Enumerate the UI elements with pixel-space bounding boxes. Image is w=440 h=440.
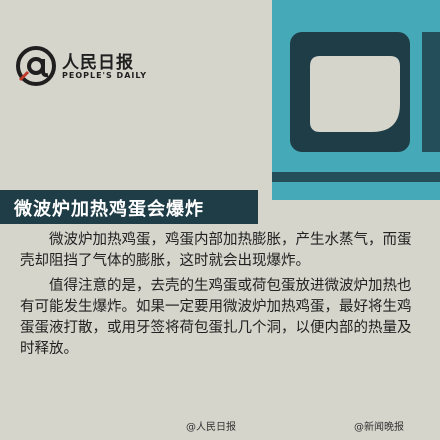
brand-logo: 人民日报 PEOPLE'S DAILY bbox=[14, 44, 204, 94]
brand-name-en: PEOPLE'S DAILY bbox=[62, 71, 148, 80]
headline-banner: 微波炉加热鸡蛋会爆炸 bbox=[0, 190, 258, 224]
brand-name: 人民日报 bbox=[62, 53, 134, 73]
paragraph: 微波炉加热鸡蛋，鸡蛋内部加热膨胀，产生水蒸气，而蛋壳却阻挡了气体的膨胀，这时就会… bbox=[20, 232, 412, 269]
microwave-icon bbox=[272, 0, 440, 200]
paragraph: 值得注意的是，去壳的生鸡蛋或荷包蛋放进微波炉加热也有可能发生爆炸。如果一定要用微… bbox=[20, 278, 412, 357]
source-credit: @人民日报 bbox=[186, 422, 236, 433]
page-title: 微波炉加热鸡蛋会爆炸 bbox=[14, 199, 204, 220]
watermark: @新闻晚报 bbox=[354, 422, 404, 433]
article-body: 微波炉加热鸡蛋，鸡蛋内部加热膨胀，产生水蒸气，而蛋壳却阻挡了气体的膨胀，这时就会… bbox=[20, 230, 418, 364]
at-icon bbox=[16, 46, 56, 86]
header-area: 人民日报 PEOPLE'S DAILY bbox=[0, 0, 440, 200]
